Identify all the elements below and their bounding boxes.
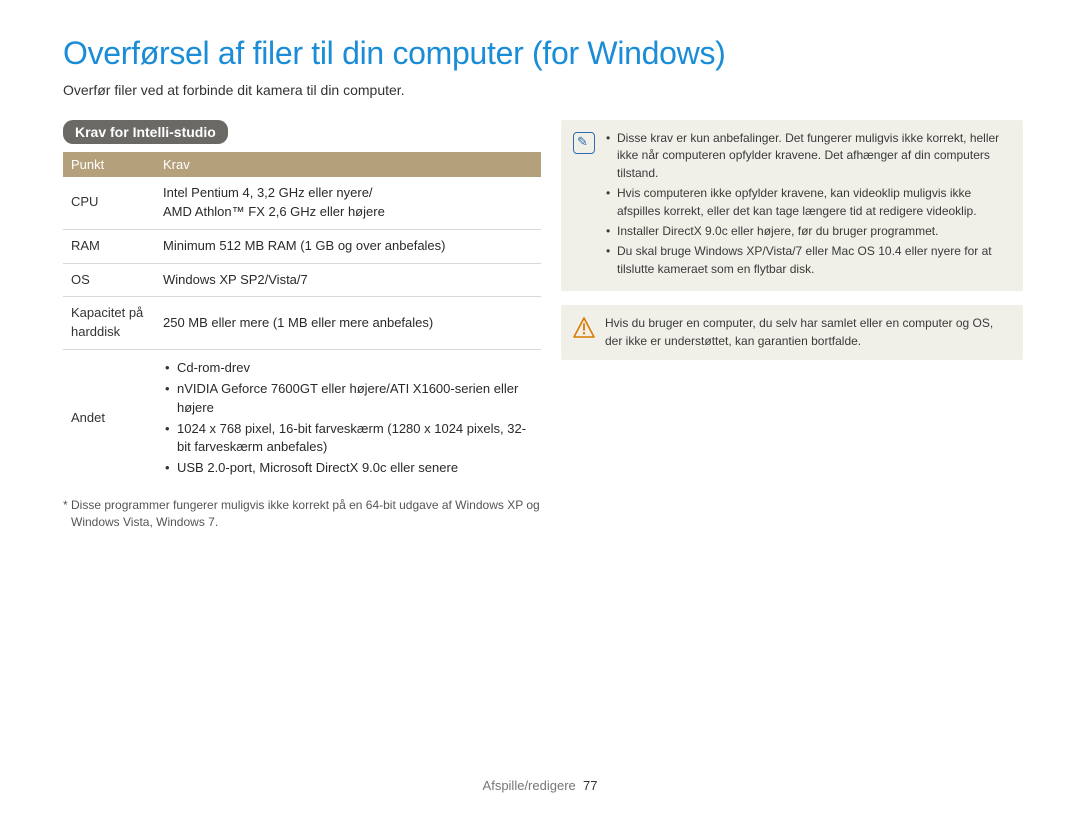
table-row: RAM Minimum 512 MB RAM (1 GB og over anb… xyxy=(63,229,541,263)
footer-page-number: 77 xyxy=(583,778,597,793)
note-item: Installer DirectX 9.0c eller højere, før… xyxy=(605,223,1011,240)
cell-value-os: Windows XP SP2/Vista/7 xyxy=(155,263,541,297)
note-item: Du skal bruge Windows XP/Vista/7 eller M… xyxy=(605,243,1011,278)
other-item: nVIDIA Geforce 7600GT eller højere/ATI X… xyxy=(163,380,533,418)
cell-value-cpu: Intel Pentium 4, 3,2 GHz eller nyere/ AM… xyxy=(155,177,541,229)
table-header-punkt: Punkt xyxy=(63,152,155,177)
content-columns: Krav for Intelli-studio Punkt Krav CPU I… xyxy=(63,120,1017,531)
cell-label-disk: Kapacitet på harddisk xyxy=(63,297,155,350)
note-list: Disse krav er kun anbefalinger. Det fung… xyxy=(605,130,1011,281)
warning-text: Hvis du bruger en computer, du selv har … xyxy=(605,315,1011,350)
other-item: USB 2.0-port, Microsoft DirectX 9.0c ell… xyxy=(163,459,533,478)
page-title: Overførsel af filer til din computer (fo… xyxy=(63,35,1017,72)
table-row: Andet Cd-rom-drev nVIDIA Geforce 7600GT … xyxy=(63,350,541,488)
warning-callout: Hvis du bruger en computer, du selv har … xyxy=(561,305,1023,360)
cell-label-other: Andet xyxy=(63,350,155,488)
other-item: 1024 x 768 pixel, 16-bit farveskærm (128… xyxy=(163,420,533,458)
note-icon xyxy=(573,132,595,154)
cell-value-ram: Minimum 512 MB RAM (1 GB og over anbefal… xyxy=(155,229,541,263)
table-row: OS Windows XP SP2/Vista/7 xyxy=(63,263,541,297)
section-badge: Krav for Intelli-studio xyxy=(63,120,228,144)
cell-value-other: Cd-rom-drev nVIDIA Geforce 7600GT eller … xyxy=(155,350,541,488)
warning-icon xyxy=(573,317,595,339)
right-column: Disse krav er kun anbefalinger. Det fung… xyxy=(561,120,1023,531)
footnote: * Disse programmer fungerer muligvis ikk… xyxy=(63,497,541,531)
cell-value-disk: 250 MB eller mere (1 MB eller mere anbef… xyxy=(155,297,541,350)
note-item: Hvis computeren ikke opfylder kravene, k… xyxy=(605,185,1011,220)
cell-label-os: OS xyxy=(63,263,155,297)
requirements-table: Punkt Krav CPU Intel Pentium 4, 3,2 GHz … xyxy=(63,152,541,487)
note-item: Disse krav er kun anbefalinger. Det fung… xyxy=(605,130,1011,182)
note-callout: Disse krav er kun anbefalinger. Det fung… xyxy=(561,120,1023,291)
page-footer: Afspille/redigere 77 xyxy=(0,778,1080,793)
left-column: Krav for Intelli-studio Punkt Krav CPU I… xyxy=(63,120,541,531)
cell-label-ram: RAM xyxy=(63,229,155,263)
table-row: Kapacitet på harddisk 250 MB eller mere … xyxy=(63,297,541,350)
table-header-krav: Krav xyxy=(155,152,541,177)
other-item: Cd-rom-drev xyxy=(163,359,533,378)
footer-section: Afspille/redigere xyxy=(483,778,576,793)
intro-text: Overfør filer ved at forbinde dit kamera… xyxy=(63,82,1017,98)
cell-label-cpu: CPU xyxy=(63,177,155,229)
table-row: CPU Intel Pentium 4, 3,2 GHz eller nyere… xyxy=(63,177,541,229)
